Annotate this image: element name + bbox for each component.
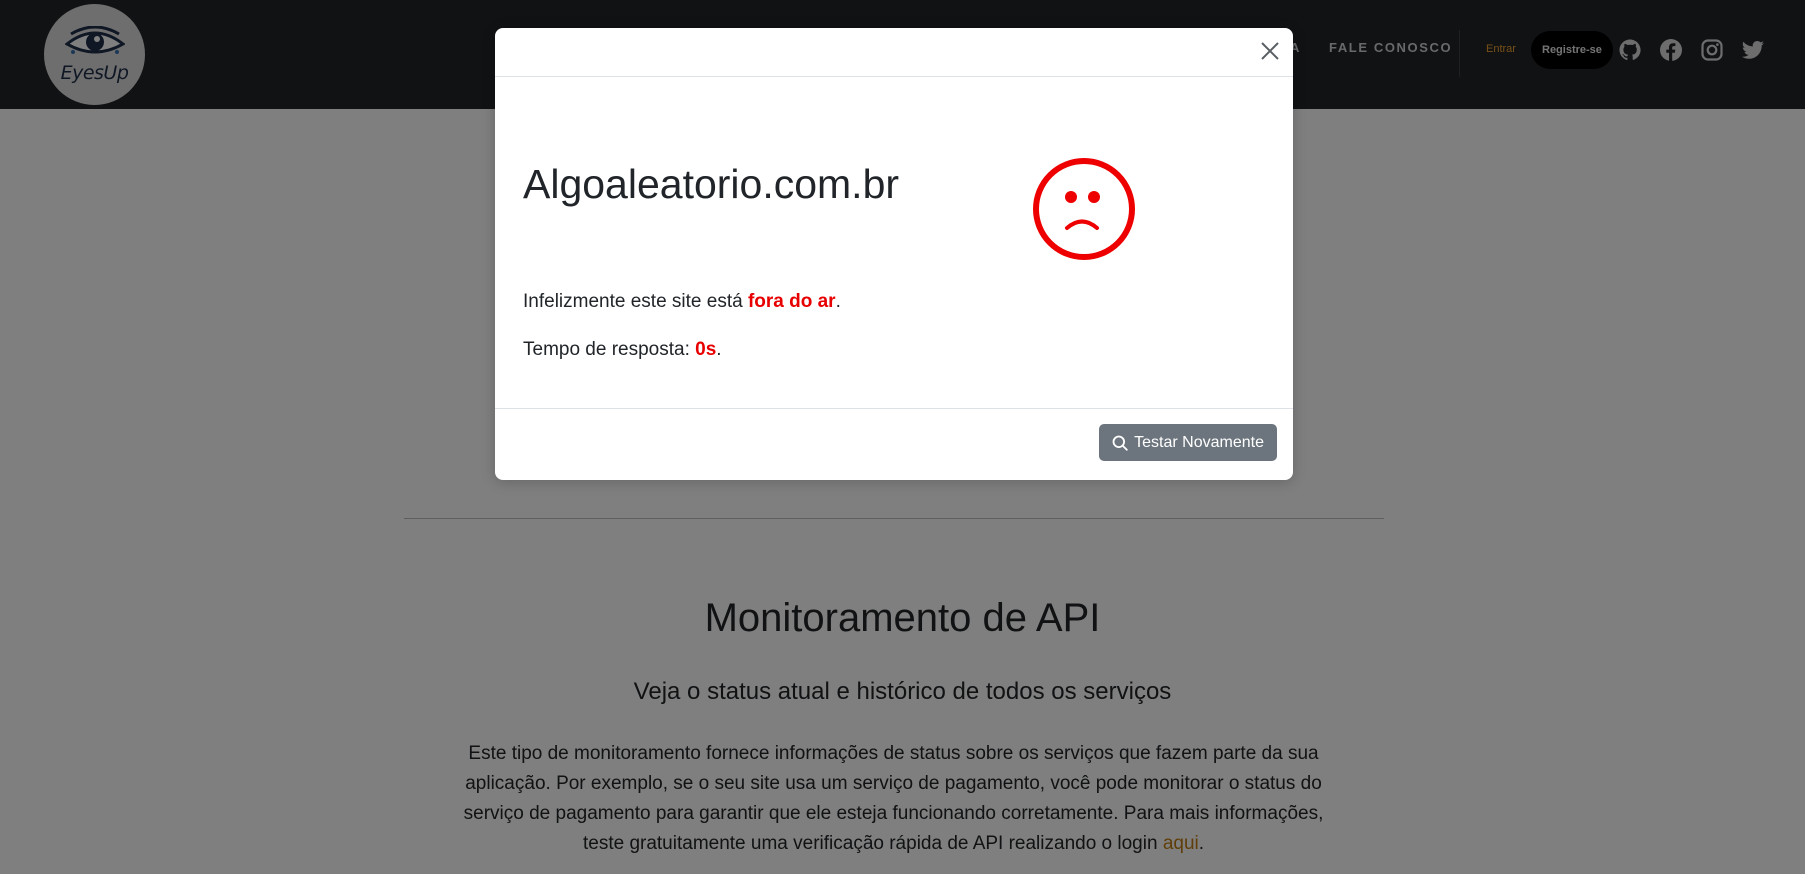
modal-header bbox=[495, 28, 1293, 77]
time-value: 0s bbox=[695, 339, 717, 360]
modal-footer: Testar Novamente bbox=[495, 409, 1293, 479]
search-icon bbox=[1112, 435, 1128, 451]
retest-label: Testar Novamente bbox=[1134, 433, 1264, 451]
retest-button[interactable]: Testar Novamente bbox=[1099, 424, 1277, 461]
close-icon[interactable] bbox=[1257, 38, 1283, 64]
status-prefix: Infelizmente este site está bbox=[523, 291, 748, 312]
status-suffix: . bbox=[835, 291, 841, 312]
sad-face-icon bbox=[1033, 158, 1135, 260]
time-suffix: . bbox=[716, 339, 722, 360]
status-message: Infelizmente este site está fora do ar. bbox=[523, 291, 841, 313]
site-name: Algoaleatorio.com.br bbox=[523, 161, 900, 207]
modal-body: Algoaleatorio.com.br Infelizmente este s… bbox=[495, 77, 1293, 409]
status-modal: Algoaleatorio.com.br Infelizmente este s… bbox=[495, 28, 1293, 480]
time-prefix: Tempo de resposta: bbox=[523, 339, 696, 360]
response-time: Tempo de resposta: 0s. bbox=[523, 339, 722, 361]
status-value: fora do ar bbox=[747, 291, 836, 312]
